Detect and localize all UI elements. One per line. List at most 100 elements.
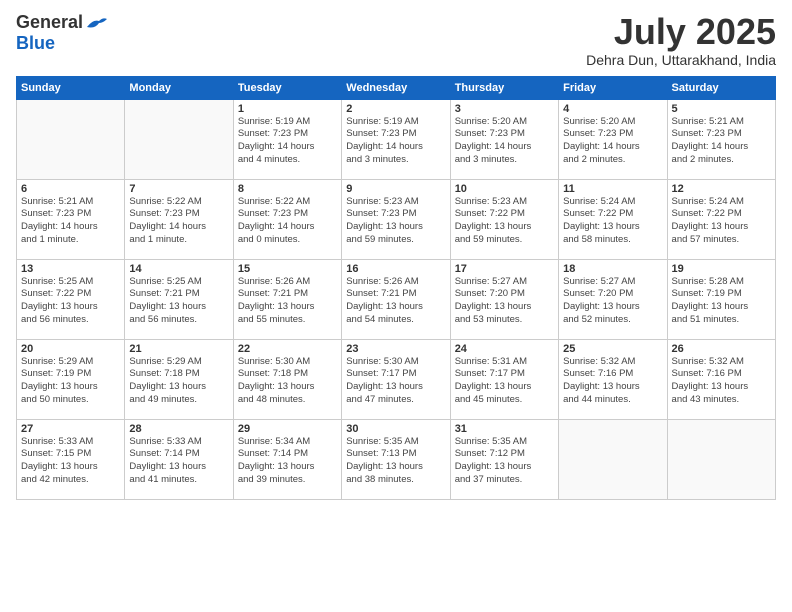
calendar-cell: 2Sunrise: 5:19 AMSunset: 7:23 PMDaylight… (342, 99, 450, 179)
calendar-cell: 28Sunrise: 5:33 AMSunset: 7:14 PMDayligh… (125, 419, 233, 499)
calendar-cell: 22Sunrise: 5:30 AMSunset: 7:18 PMDayligh… (233, 339, 341, 419)
day-info: Sunrise: 5:27 AMSunset: 7:20 PMDaylight:… (455, 276, 554, 327)
day-info: Sunrise: 5:31 AMSunset: 7:17 PMDaylight:… (455, 356, 554, 407)
day-info: Sunrise: 5:22 AMSunset: 7:23 PMDaylight:… (129, 196, 228, 247)
day-info: Sunrise: 5:34 AMSunset: 7:14 PMDaylight:… (238, 436, 337, 487)
calendar-cell: 18Sunrise: 5:27 AMSunset: 7:20 PMDayligh… (559, 259, 667, 339)
day-number: 8 (238, 183, 337, 195)
day-info: Sunrise: 5:32 AMSunset: 7:16 PMDaylight:… (672, 356, 771, 407)
calendar-cell: 20Sunrise: 5:29 AMSunset: 7:19 PMDayligh… (17, 339, 125, 419)
day-number: 7 (129, 183, 228, 195)
day-number: 21 (129, 343, 228, 355)
day-info: Sunrise: 5:23 AMSunset: 7:22 PMDaylight:… (455, 196, 554, 247)
title-section: July 2025 Dehra Dun, Uttarakhand, India (586, 12, 776, 68)
day-number: 10 (455, 183, 554, 195)
day-number: 9 (346, 183, 445, 195)
day-number: 3 (455, 103, 554, 115)
day-info: Sunrise: 5:26 AMSunset: 7:21 PMDaylight:… (238, 276, 337, 327)
calendar-cell: 30Sunrise: 5:35 AMSunset: 7:13 PMDayligh… (342, 419, 450, 499)
calendar-cell: 3Sunrise: 5:20 AMSunset: 7:23 PMDaylight… (450, 99, 558, 179)
day-info: Sunrise: 5:27 AMSunset: 7:20 PMDaylight:… (563, 276, 662, 327)
calendar-cell: 19Sunrise: 5:28 AMSunset: 7:19 PMDayligh… (667, 259, 775, 339)
day-number: 18 (563, 263, 662, 275)
day-number: 31 (455, 423, 554, 435)
day-number: 30 (346, 423, 445, 435)
calendar: Sunday Monday Tuesday Wednesday Thursday… (16, 76, 776, 500)
calendar-cell: 1Sunrise: 5:19 AMSunset: 7:23 PMDaylight… (233, 99, 341, 179)
day-number: 4 (563, 103, 662, 115)
day-info: Sunrise: 5:32 AMSunset: 7:16 PMDaylight:… (563, 356, 662, 407)
calendar-cell: 6Sunrise: 5:21 AMSunset: 7:23 PMDaylight… (17, 179, 125, 259)
day-info: Sunrise: 5:30 AMSunset: 7:17 PMDaylight:… (346, 356, 445, 407)
day-info: Sunrise: 5:30 AMSunset: 7:18 PMDaylight:… (238, 356, 337, 407)
day-info: Sunrise: 5:24 AMSunset: 7:22 PMDaylight:… (563, 196, 662, 247)
calendar-cell: 13Sunrise: 5:25 AMSunset: 7:22 PMDayligh… (17, 259, 125, 339)
logo-general-text: General (16, 12, 83, 33)
day-info: Sunrise: 5:19 AMSunset: 7:23 PMDaylight:… (238, 116, 337, 167)
day-info: Sunrise: 5:29 AMSunset: 7:18 PMDaylight:… (129, 356, 228, 407)
day-info: Sunrise: 5:29 AMSunset: 7:19 PMDaylight:… (21, 356, 120, 407)
header: General Blue July 2025 Dehra Dun, Uttara… (16, 12, 776, 68)
calendar-cell: 8Sunrise: 5:22 AMSunset: 7:23 PMDaylight… (233, 179, 341, 259)
col-thursday: Thursday (450, 76, 558, 99)
day-number: 13 (21, 263, 120, 275)
day-info: Sunrise: 5:28 AMSunset: 7:19 PMDaylight:… (672, 276, 771, 327)
day-number: 17 (455, 263, 554, 275)
calendar-cell: 17Sunrise: 5:27 AMSunset: 7:20 PMDayligh… (450, 259, 558, 339)
col-sunday: Sunday (17, 76, 125, 99)
day-info: Sunrise: 5:21 AMSunset: 7:23 PMDaylight:… (21, 196, 120, 247)
calendar-cell: 10Sunrise: 5:23 AMSunset: 7:22 PMDayligh… (450, 179, 558, 259)
header-row: Sunday Monday Tuesday Wednesday Thursday… (17, 76, 776, 99)
day-number: 6 (21, 183, 120, 195)
day-info: Sunrise: 5:26 AMSunset: 7:21 PMDaylight:… (346, 276, 445, 327)
calendar-cell: 4Sunrise: 5:20 AMSunset: 7:23 PMDaylight… (559, 99, 667, 179)
day-number: 20 (21, 343, 120, 355)
day-number: 19 (672, 263, 771, 275)
calendar-cell: 11Sunrise: 5:24 AMSunset: 7:22 PMDayligh… (559, 179, 667, 259)
day-info: Sunrise: 5:24 AMSunset: 7:22 PMDaylight:… (672, 196, 771, 247)
calendar-cell: 5Sunrise: 5:21 AMSunset: 7:23 PMDaylight… (667, 99, 775, 179)
logo-bird-icon (85, 15, 107, 31)
day-info: Sunrise: 5:20 AMSunset: 7:23 PMDaylight:… (563, 116, 662, 167)
day-number: 22 (238, 343, 337, 355)
calendar-cell (17, 99, 125, 179)
col-friday: Friday (559, 76, 667, 99)
page: General Blue July 2025 Dehra Dun, Uttara… (0, 0, 792, 612)
day-number: 14 (129, 263, 228, 275)
col-wednesday: Wednesday (342, 76, 450, 99)
col-tuesday: Tuesday (233, 76, 341, 99)
logo-blue-text: Blue (16, 33, 55, 54)
month-title: July 2025 (586, 12, 776, 52)
day-number: 24 (455, 343, 554, 355)
logo: General Blue (16, 12, 107, 54)
calendar-cell: 31Sunrise: 5:35 AMSunset: 7:12 PMDayligh… (450, 419, 558, 499)
day-info: Sunrise: 5:25 AMSunset: 7:21 PMDaylight:… (129, 276, 228, 327)
day-info: Sunrise: 5:22 AMSunset: 7:23 PMDaylight:… (238, 196, 337, 247)
calendar-cell: 9Sunrise: 5:23 AMSunset: 7:23 PMDaylight… (342, 179, 450, 259)
week-row-5: 27Sunrise: 5:33 AMSunset: 7:15 PMDayligh… (17, 419, 776, 499)
day-info: Sunrise: 5:35 AMSunset: 7:12 PMDaylight:… (455, 436, 554, 487)
col-saturday: Saturday (667, 76, 775, 99)
day-number: 15 (238, 263, 337, 275)
location: Dehra Dun, Uttarakhand, India (586, 52, 776, 68)
calendar-cell: 7Sunrise: 5:22 AMSunset: 7:23 PMDaylight… (125, 179, 233, 259)
calendar-cell (667, 419, 775, 499)
calendar-cell: 29Sunrise: 5:34 AMSunset: 7:14 PMDayligh… (233, 419, 341, 499)
day-number: 28 (129, 423, 228, 435)
week-row-3: 13Sunrise: 5:25 AMSunset: 7:22 PMDayligh… (17, 259, 776, 339)
calendar-cell: 23Sunrise: 5:30 AMSunset: 7:17 PMDayligh… (342, 339, 450, 419)
calendar-cell: 27Sunrise: 5:33 AMSunset: 7:15 PMDayligh… (17, 419, 125, 499)
calendar-cell: 15Sunrise: 5:26 AMSunset: 7:21 PMDayligh… (233, 259, 341, 339)
week-row-2: 6Sunrise: 5:21 AMSunset: 7:23 PMDaylight… (17, 179, 776, 259)
day-info: Sunrise: 5:23 AMSunset: 7:23 PMDaylight:… (346, 196, 445, 247)
day-info: Sunrise: 5:19 AMSunset: 7:23 PMDaylight:… (346, 116, 445, 167)
day-info: Sunrise: 5:20 AMSunset: 7:23 PMDaylight:… (455, 116, 554, 167)
day-info: Sunrise: 5:35 AMSunset: 7:13 PMDaylight:… (346, 436, 445, 487)
day-number: 2 (346, 103, 445, 115)
day-number: 5 (672, 103, 771, 115)
day-number: 1 (238, 103, 337, 115)
day-number: 29 (238, 423, 337, 435)
day-info: Sunrise: 5:25 AMSunset: 7:22 PMDaylight:… (21, 276, 120, 327)
calendar-cell: 25Sunrise: 5:32 AMSunset: 7:16 PMDayligh… (559, 339, 667, 419)
calendar-cell: 26Sunrise: 5:32 AMSunset: 7:16 PMDayligh… (667, 339, 775, 419)
